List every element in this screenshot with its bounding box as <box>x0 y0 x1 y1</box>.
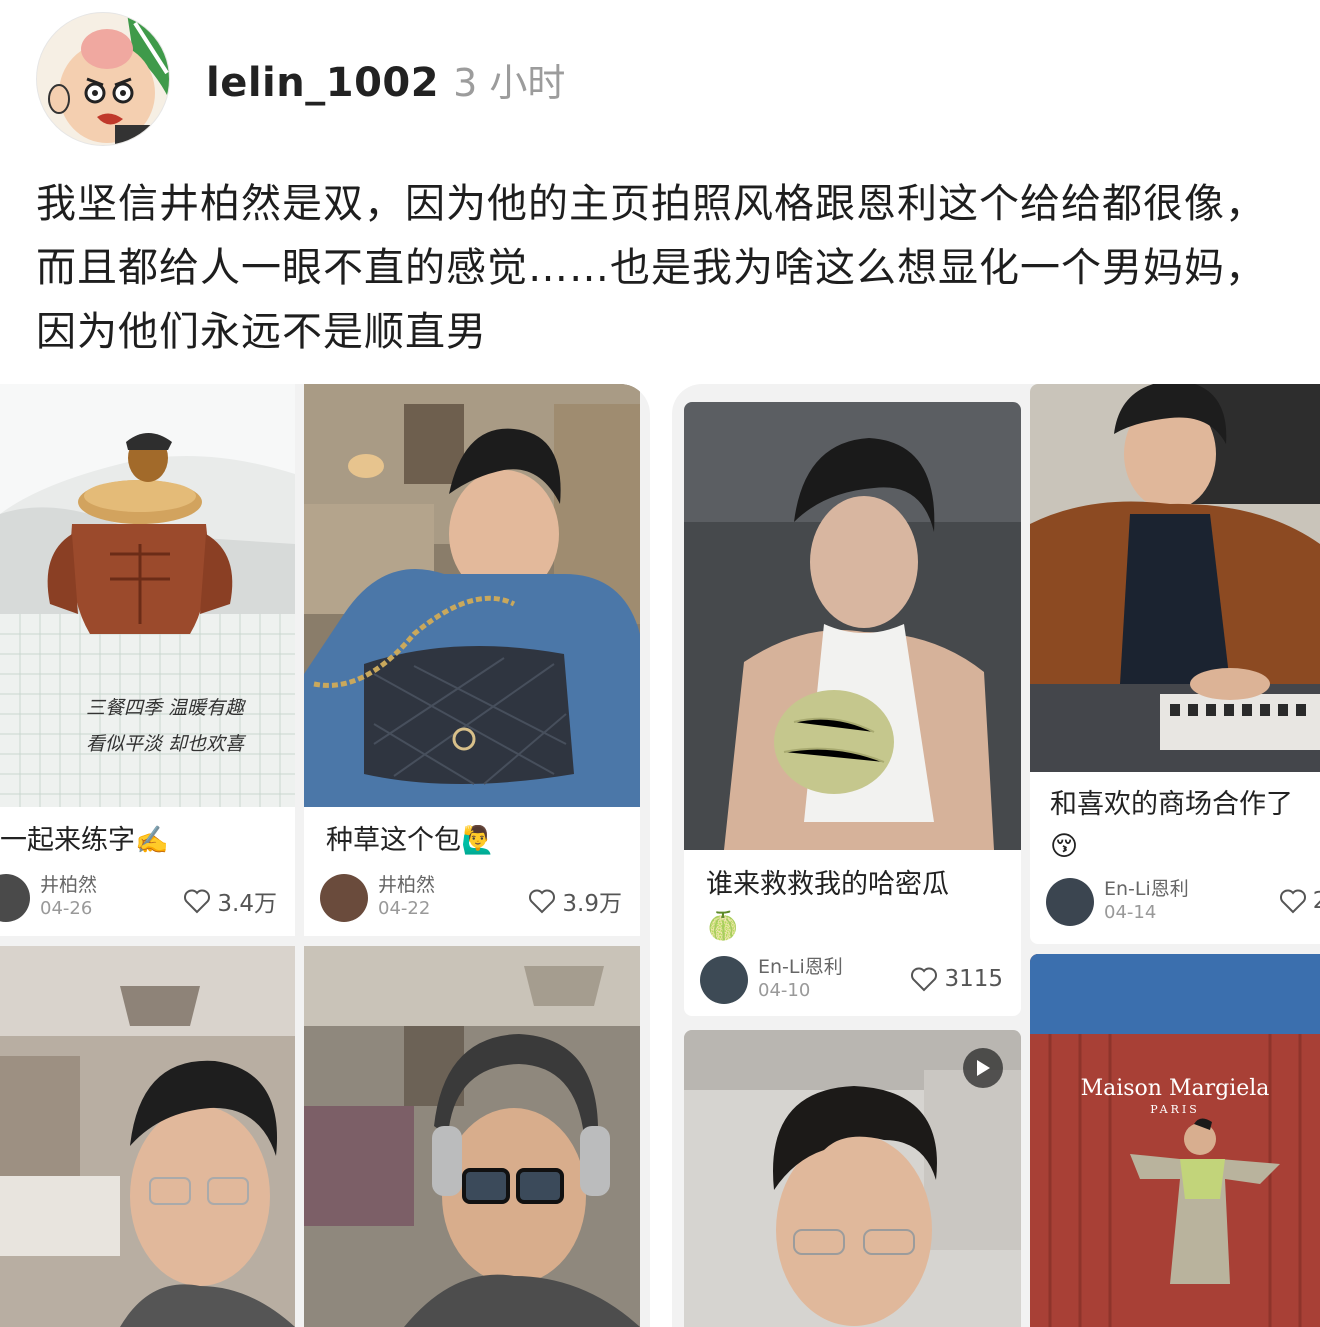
note-card[interactable]: Maison Margiela PARIS <box>1030 954 1320 1327</box>
note-meta: En-Li恩利 04-14 26 <box>1046 876 1320 928</box>
brand-banner: Maison Margiela PARIS <box>1030 1076 1320 1116</box>
like-button[interactable]: 26 <box>1279 888 1320 914</box>
note-card[interactable] <box>304 946 640 1327</box>
note-cover-image <box>1030 954 1320 1327</box>
note-cover-image <box>304 384 640 807</box>
author-name[interactable]: 井柏然 <box>378 870 435 897</box>
user-avatar[interactable] <box>36 12 170 146</box>
heart-icon <box>911 967 938 992</box>
note-cover-image <box>684 402 1021 850</box>
note-title[interactable]: 一起来练字✍️ <box>0 820 279 862</box>
note-date: 04-10 <box>758 980 811 1001</box>
handwriting-text: 三餐四季 温暖有趣 看似平淡 却也欢喜 <box>86 697 245 755</box>
heart-icon <box>1279 889 1306 914</box>
like-button[interactable]: 3115 <box>910 966 1003 992</box>
like-button[interactable]: 3.9万 <box>528 884 622 918</box>
note-card[interactable]: 种草这个包🙋‍♂️ 井柏然 04-22 3.9万 <box>304 384 640 936</box>
melon-emoji: 🍈 <box>706 911 740 942</box>
note-cover-image <box>1030 384 1320 772</box>
username[interactable]: lelin_1002 <box>206 60 439 106</box>
like-count: 3.4万 <box>217 891 277 917</box>
like-count: 26 <box>1313 888 1320 914</box>
brand-city: PARIS <box>1150 1103 1200 1116</box>
heart-icon <box>184 889 211 914</box>
note-title[interactable]: 和喜欢的商场合作了 😚 <box>1050 784 1304 868</box>
note-card[interactable]: 和喜欢的商场合作了😚 En-Li恩利 04-14 26 <box>1030 384 1320 944</box>
note-date: 04-26 <box>40 898 93 919</box>
like-count: 3115 <box>944 966 1003 992</box>
note-card[interactable]: 三餐四季 温暖有趣 看似平淡 却也欢喜 一起来练字✍️ 井柏然 04-26 3.… <box>0 384 295 936</box>
note-card[interactable]: 谁来救救我的哈密瓜 🍈 En-Li恩利 04-10 3115 <box>684 402 1021 1016</box>
author-name[interactable]: En-Li恩利 <box>758 952 843 979</box>
post-text: 我坚信井柏然是双，因为他的主页拍照风格跟恩利这个给给都很像，而且都给人一眼不直的… <box>36 181 1266 355</box>
note-meta: 井柏然 04-22 3.9万 <box>320 872 622 924</box>
kiss-emoji: 😚 <box>1050 831 1079 862</box>
author-avatar[interactable] <box>1046 878 1094 926</box>
like-count: 3.9万 <box>562 891 622 917</box>
play-icon[interactable] <box>963 1048 1003 1088</box>
post-images: 三餐四季 温暖有趣 看似平淡 却也欢喜 一起来练字✍️ 井柏然 04-26 3.… <box>0 384 1320 1327</box>
note-date: 04-14 <box>1104 902 1157 923</box>
note-title[interactable]: 种草这个包🙋‍♂️ <box>326 820 624 862</box>
author-avatar[interactable] <box>700 956 748 1004</box>
note-card[interactable] <box>684 1030 1021 1327</box>
note-cover-image <box>0 946 295 1327</box>
note-meta: En-Li恩利 04-10 3115 <box>700 954 1003 1006</box>
author-avatar[interactable] <box>320 874 368 922</box>
post-header: lelin_1002 3 小时 <box>36 12 565 146</box>
post-time: 3 小时 <box>453 60 566 105</box>
author-avatar[interactable] <box>0 874 30 922</box>
author-name[interactable]: En-Li恩利 <box>1104 874 1189 901</box>
note-cover-image <box>304 946 640 1327</box>
heart-icon <box>529 889 556 914</box>
note-meta: 井柏然 04-26 3.4万 <box>0 872 277 924</box>
brand-name: Maison Margiela <box>1080 1076 1270 1101</box>
like-button[interactable]: 3.4万 <box>183 884 277 918</box>
note-date: 04-22 <box>378 898 431 919</box>
note-title[interactable]: 谁来救救我的哈密瓜 🍈 <box>706 864 1005 948</box>
screenshot-left[interactable]: 三餐四季 温暖有趣 看似平淡 却也欢喜 一起来练字✍️ 井柏然 04-26 3.… <box>0 384 650 1327</box>
author-name[interactable]: 井柏然 <box>40 870 97 897</box>
screenshot-right[interactable]: 谁来救救我的哈密瓜 🍈 En-Li恩利 04-10 3115 和喜欢的商场合作了… <box>672 384 1320 1327</box>
note-card[interactable] <box>0 946 295 1327</box>
